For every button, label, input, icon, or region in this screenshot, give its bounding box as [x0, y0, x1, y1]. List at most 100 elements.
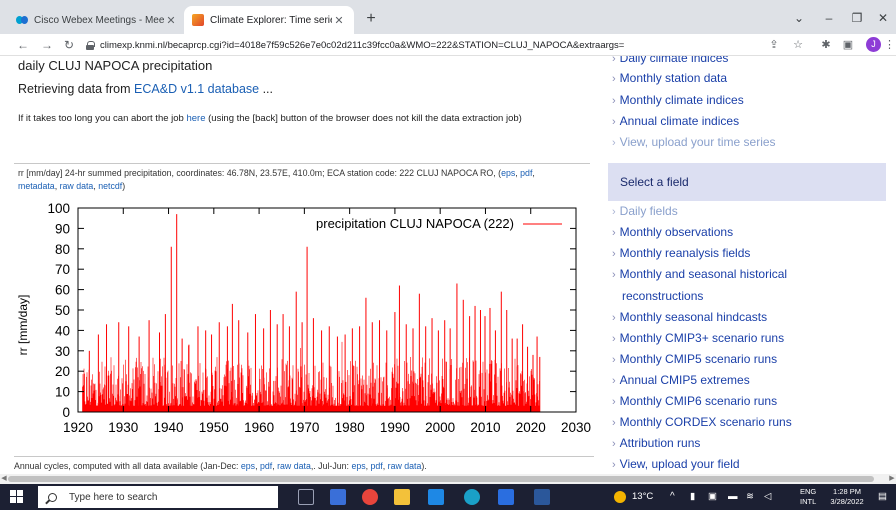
horizontal-scrollbar[interactable]: ◀ ▶	[0, 474, 896, 484]
annual-prefix: Annual cycles, computed with all data av…	[14, 461, 241, 471]
y-tick-label: 40	[55, 323, 70, 338]
volume-icon[interactable]: ◁	[764, 484, 771, 510]
sidebar-item-continuation[interactable]: reconstructions	[622, 289, 703, 303]
weather-temp[interactable]: 13°C	[632, 484, 653, 510]
address-bar[interactable]: climexp.knmi.nl/becaprcp.cgi?id=4018e7f5…	[86, 36, 754, 54]
x-tick-label: 1990	[380, 420, 410, 435]
taskbar-search-input[interactable]: Type here to search	[38, 486, 278, 508]
close-icon[interactable]: ✕	[332, 14, 346, 27]
y-tick-label: 50	[55, 303, 70, 318]
chrome-icon[interactable]	[362, 489, 378, 505]
clock-date[interactable]: 3/28/2022	[826, 497, 868, 507]
battery-icon[interactable]: ▬	[728, 484, 738, 510]
julyjune-pdf-link[interactable]: pdf	[371, 461, 383, 471]
close-icon[interactable]: ✕	[164, 14, 178, 27]
sidebar-item-cordex-runs[interactable]: › Monthly CORDEX scenario runs	[612, 415, 792, 429]
new-tab-button[interactable]: +	[360, 8, 382, 30]
tray-expand-icon[interactable]: ^	[670, 484, 675, 510]
weather-sun-icon[interactable]	[614, 491, 626, 503]
chevron-right-icon: ›	[612, 417, 616, 429]
tab-climate-explorer[interactable]: Climate Explorer: Time series ✕	[184, 6, 354, 34]
edge-icon[interactable]	[464, 489, 480, 505]
metadata-link[interactable]: metadata	[18, 181, 55, 191]
tray-network-icon[interactable]: ▣	[708, 484, 717, 510]
bookmark-star-icon[interactable]: ☆	[790, 37, 806, 53]
annual-raw-data-link[interactable]: raw data	[277, 461, 311, 471]
sidebar-item-annual-climate-indices[interactable]: › Annual climate indices	[612, 114, 739, 128]
reload-button[interactable]: ↻	[60, 35, 78, 55]
sidebar-item-cmip6-runs[interactable]: › Monthly CMIP6 scenario runs	[612, 394, 777, 408]
file-explorer-icon[interactable]	[394, 489, 410, 505]
tab-title: Climate Explorer: Time series	[210, 14, 332, 26]
maximize-button[interactable]: ❐	[846, 8, 868, 28]
language-top[interactable]: ENG	[800, 487, 816, 497]
x-tick-label: 2010	[470, 420, 500, 435]
back-button[interactable]: ←	[14, 35, 32, 55]
sidebar-item-view-upload-field[interactable]: › View, upload your field	[612, 457, 740, 471]
julyjune-raw-data-link[interactable]: raw data	[388, 461, 422, 471]
sidebar-item-cmip5-extremes[interactable]: › Annual CMIP5 extremes	[612, 373, 750, 387]
netcdf-link[interactable]: netcdf	[98, 181, 122, 191]
mail-icon[interactable]	[428, 489, 444, 505]
chevron-right-icon: ›	[612, 459, 616, 471]
word-icon[interactable]	[534, 489, 550, 505]
sidebar-item-monthly-observations[interactable]: › Monthly observations	[612, 225, 733, 239]
clock-time[interactable]: 1:28 PM	[826, 487, 868, 497]
sidebar-item-label: Monthly reanalysis fields	[619, 246, 751, 260]
sidebar-item-daily-fields[interactable]: › Daily fields	[612, 204, 678, 218]
annual-pdf-link[interactable]: pdf	[260, 461, 272, 471]
abort-here-link[interactable]: here	[186, 113, 205, 124]
task-view-icon[interactable]	[298, 489, 314, 505]
chevron-right-icon: ›	[612, 333, 616, 345]
abort-note: If it takes too long you can abort the j…	[18, 107, 588, 131]
pdf-link[interactable]: pdf	[520, 168, 532, 178]
x-tick-label: 1940	[154, 420, 184, 435]
windows-start-icon[interactable]	[10, 490, 24, 504]
x-tick-label: 1950	[199, 420, 229, 435]
language-bottom[interactable]: INTL	[800, 497, 816, 507]
widgets-icon[interactable]	[330, 489, 346, 505]
ecad-database-link[interactable]: ECA&D v1.1 database	[134, 82, 259, 96]
abort-suffix: (using the [back] button of the browser …	[205, 113, 522, 124]
sidebar-item-cmip5-runs[interactable]: › Monthly CMIP5 scenario runs	[612, 352, 777, 366]
sidebar-item-monthly-reanalysis-fields[interactable]: › Monthly reanalysis fields	[612, 246, 750, 260]
scroll-left-arrow-icon[interactable]: ◀	[0, 474, 8, 484]
sidebar-item-label: Daily climate indices	[619, 56, 729, 65]
tab-search-chevron-icon[interactable]: ⌄	[788, 8, 810, 28]
sidebar-item-label: Monthly CORDEX scenario runs	[619, 415, 792, 429]
sidebar-item-view-upload-time-series[interactable]: › View, upload your time series	[612, 135, 776, 149]
sidebar-item-attribution-runs[interactable]: › Attribution runs	[612, 436, 700, 450]
forward-button[interactable]: →	[38, 35, 56, 55]
minimize-button[interactable]: –	[818, 8, 840, 28]
window-close-button[interactable]: ✕	[872, 8, 894, 28]
sidebar-item-monthly-station-data[interactable]: › Monthly station data	[612, 71, 727, 85]
scroll-right-arrow-icon[interactable]: ▶	[888, 474, 896, 484]
raw-data-link[interactable]: raw data	[60, 181, 94, 191]
abort-prefix: If it takes too long you can abort the j…	[18, 113, 187, 124]
x-tick-label: 1960	[244, 420, 274, 435]
julyjune-eps-link[interactable]: eps	[351, 461, 365, 471]
y-tick-label: 80	[55, 242, 70, 257]
sidebar-item-seasonal-hindcasts[interactable]: › Monthly seasonal hindcasts	[612, 310, 767, 324]
extensions-icon[interactable]: ✱	[818, 37, 834, 53]
retrieving-line: Retrieving data from ECA&D v1.1 database…	[18, 82, 273, 96]
tab-webex[interactable]: Cisco Webex Meetings - Meeting ✕	[8, 6, 186, 34]
webex-icon	[16, 14, 28, 26]
sidebar-item-label: Monthly CMIP5 scenario runs	[619, 352, 778, 366]
menu-dots-icon[interactable]: ⋮	[884, 37, 895, 53]
sidebar-item-monthly-climate-indices[interactable]: › Monthly climate indices	[612, 93, 744, 107]
tray-app-icon[interactable]: ▮	[690, 484, 695, 510]
profile-avatar[interactable]: J	[866, 37, 881, 52]
share-icon[interactable]: ⇪	[766, 37, 782, 53]
sidebar-item-label: Daily fields	[619, 204, 678, 218]
eps-link[interactable]: eps	[501, 168, 515, 178]
sidebar-item-daily-climate-indices[interactable]: › Daily climate indices	[612, 56, 728, 65]
scrollbar-thumb[interactable]	[8, 476, 874, 482]
sidebar-item-historical-reconstructions[interactable]: › Monthly and seasonal historical	[612, 267, 787, 281]
sidebar-item-cmip3-runs[interactable]: › Monthly CMIP3+ scenario runs	[612, 331, 784, 345]
annual-eps-link[interactable]: eps	[241, 461, 255, 471]
notifications-icon[interactable]: ▤	[878, 484, 887, 510]
wifi-icon[interactable]: ≋	[746, 484, 754, 510]
store-icon[interactable]	[498, 489, 514, 505]
side-panel-icon[interactable]: ▣	[840, 37, 856, 53]
